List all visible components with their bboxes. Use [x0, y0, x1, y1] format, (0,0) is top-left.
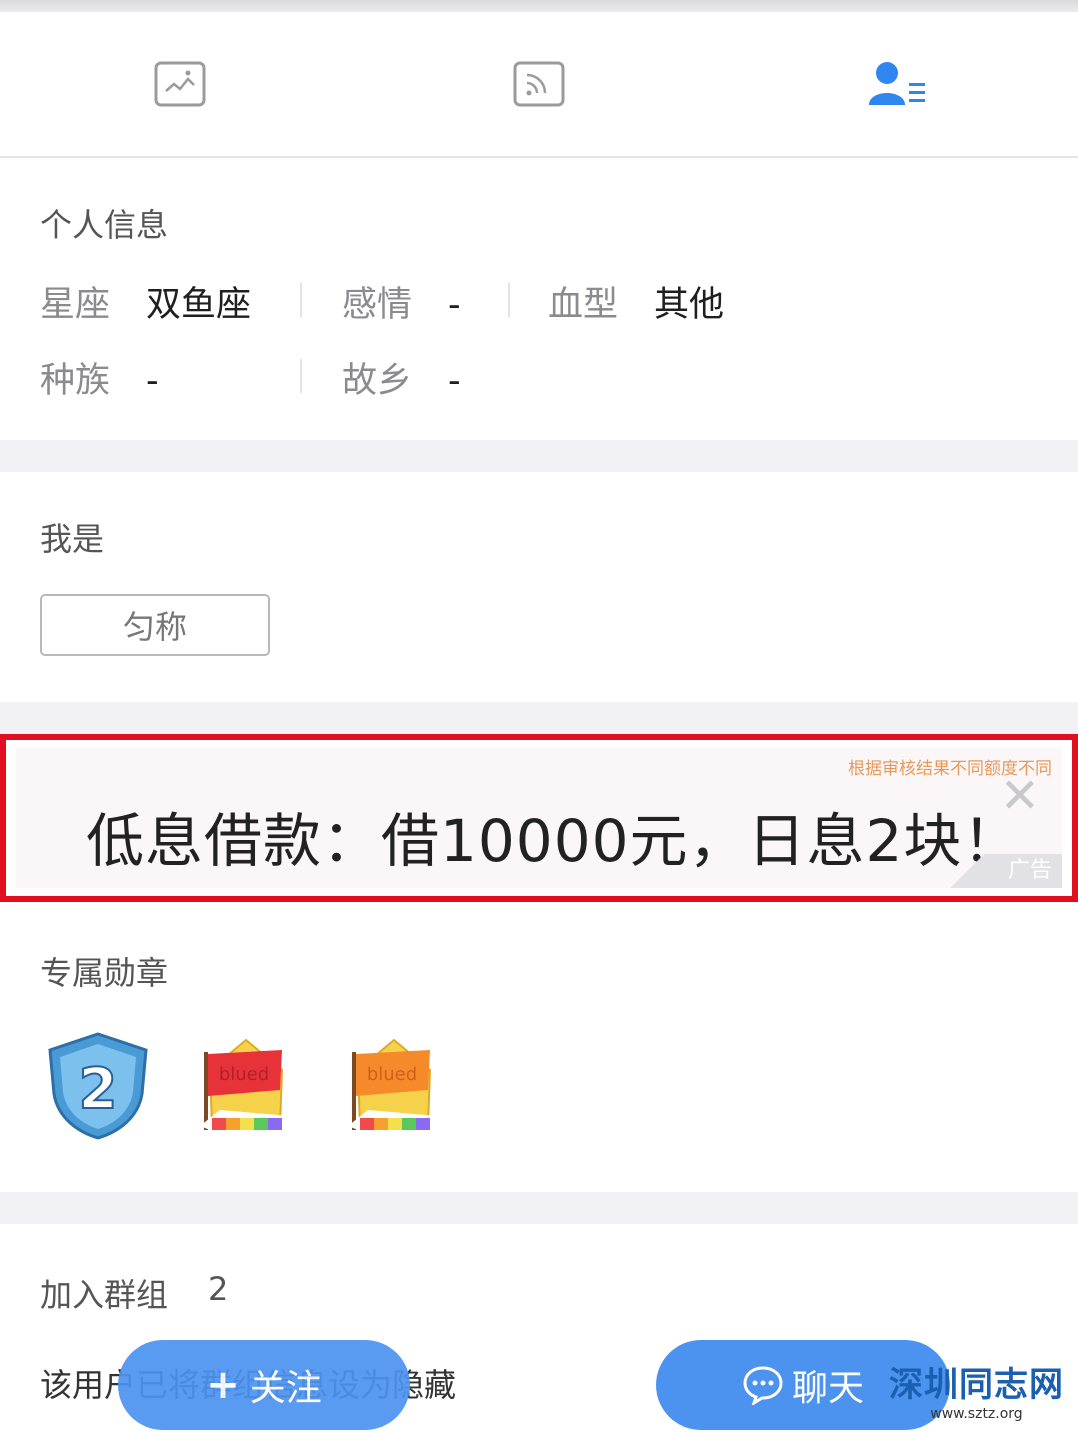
- level-shield-icon: 2: [48, 1032, 148, 1140]
- image-icon: [154, 61, 205, 107]
- section-title: 个人信息: [40, 206, 169, 244]
- close-icon[interactable]: ✕: [1000, 772, 1040, 820]
- section-title: 加入群组: [40, 1276, 169, 1314]
- badges-section: 专属勋章 2 blued blued: [0, 902, 1078, 1192]
- feed-icon: [513, 61, 564, 107]
- info-item-hometown: 故乡 -: [342, 361, 461, 401]
- info-item-blood-type: 血型 其他: [548, 285, 725, 325]
- body-type-tag: 匀称: [40, 594, 270, 656]
- divider: [300, 359, 302, 393]
- tab-profile[interactable]: [718, 12, 1077, 156]
- ad-content: 根据审核结果不同额度不同 低息借款：借10000元，日息2块！ ✕ 广告: [16, 748, 1062, 888]
- tab-photos[interactable]: [0, 12, 359, 156]
- group-count: 2: [208, 1270, 229, 1308]
- follow-button[interactable]: + 关注: [118, 1340, 410, 1430]
- section-title: 专属勋章: [40, 954, 169, 992]
- svg-text:blued: blued: [219, 1064, 269, 1085]
- ad-label: 广告: [946, 854, 1062, 888]
- svg-text:2: 2: [79, 1057, 118, 1122]
- divider: [508, 283, 510, 317]
- info-item-constellation: 星座 双鱼座: [40, 285, 252, 325]
- info-item-ethnicity: 种族 -: [40, 361, 159, 401]
- i-am-section: 我是 匀称: [0, 472, 1078, 702]
- divider: [300, 283, 302, 317]
- ad-banner[interactable]: 根据审核结果不同额度不同 低息借款：借10000元，日息2块！ ✕ 广告: [0, 734, 1078, 902]
- site-watermark: 深圳同志网 www.sztz.org: [889, 1365, 1064, 1422]
- plus-icon: +: [206, 1362, 240, 1408]
- info-item-relationship: 感情 -: [342, 285, 461, 325]
- blued-red-flag-icon: blued: [200, 1038, 294, 1136]
- profile-icon: [868, 62, 925, 105]
- blued-orange-flag-icon: blued: [348, 1038, 442, 1136]
- chat-bubble-icon: [743, 1366, 783, 1405]
- tab-feed[interactable]: [359, 12, 718, 156]
- profile-tab-bar: [0, 12, 1078, 158]
- top-edge: [0, 0, 1078, 12]
- svg-text:blued: blued: [367, 1064, 417, 1085]
- personal-info-section: 个人信息 星座 双鱼座 感情 - 血型 其他 种族 - 故乡 -: [0, 158, 1078, 440]
- ad-headline: 低息借款：借10000元，日息2块！: [86, 807, 1022, 875]
- section-title: 我是: [40, 520, 105, 558]
